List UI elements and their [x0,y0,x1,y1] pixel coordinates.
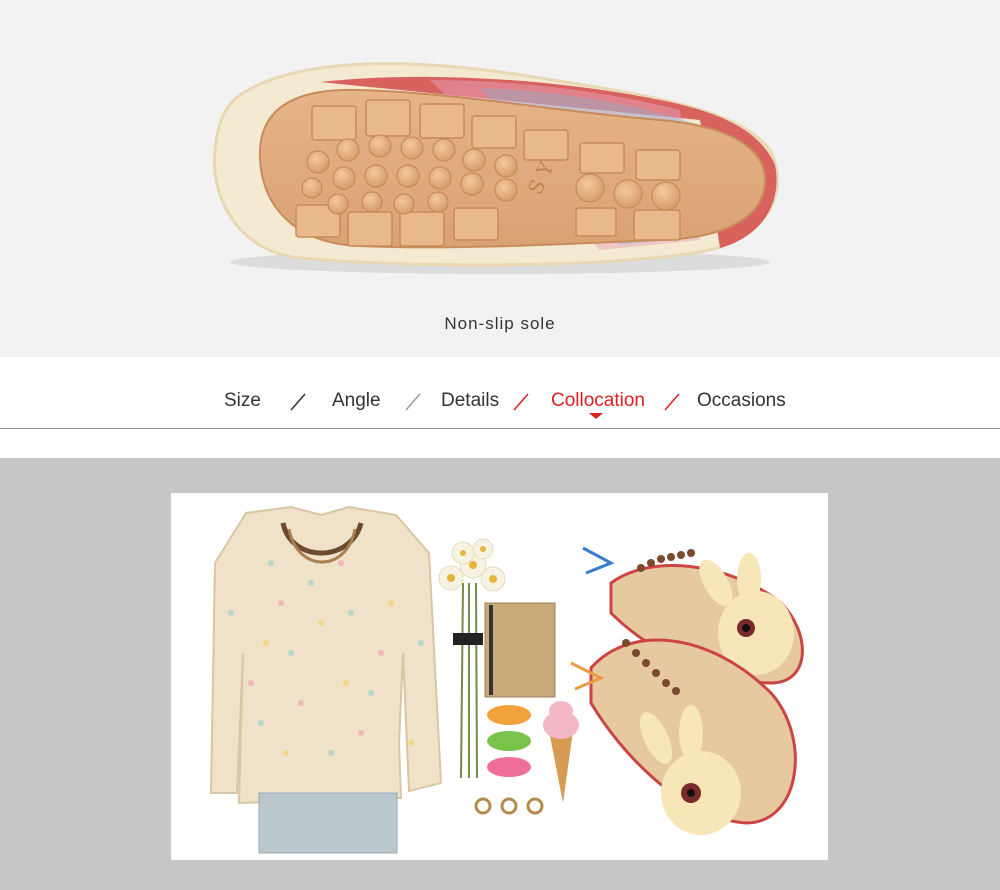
bunny-shoes-image [570,546,804,835]
tab-separator [513,393,529,411]
tab-separator [664,393,680,411]
nav-divider [0,428,1000,429]
sole-caption: Non-slip sole [444,314,556,333]
tab-size[interactable]: Size [224,390,261,412]
tab-nav [0,357,1000,429]
tab-occasions[interactable]: Occasions [697,390,786,412]
tab-details[interactable]: Details [441,390,499,412]
tab-angle[interactable]: Angle [332,390,381,412]
sole-section: S Y Non-slip sole [0,0,1000,357]
rings-image [474,797,544,815]
notebook-image [484,602,556,698]
macarons-image [487,705,531,777]
sweater-image [209,505,443,854]
outfit-collocation-photo [171,493,828,860]
tab-separator [290,393,306,411]
tab-separator [405,393,421,411]
shoe-sole-photo: S Y [212,62,779,274]
active-tab-caret-icon [589,413,603,419]
ice-cream-image [543,701,579,803]
tab-collocation[interactable]: Collocation [551,390,645,412]
